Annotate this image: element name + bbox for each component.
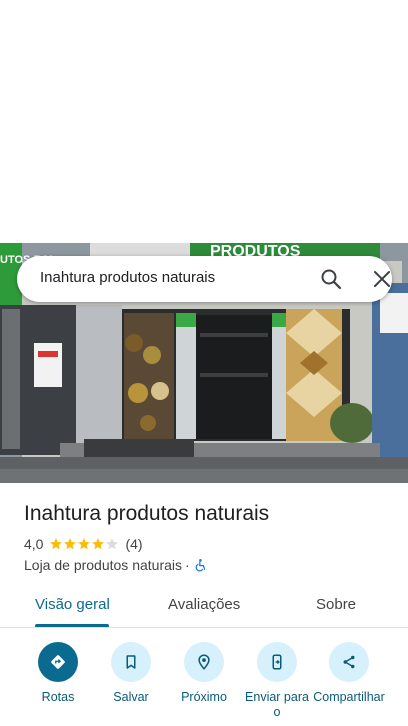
place-title: Inahtura produtos naturais	[24, 502, 270, 525]
send-to-phone-label: Enviar para o	[245, 690, 309, 719]
nearby-label: Próximo	[181, 690, 227, 704]
nearby-icon	[198, 654, 210, 670]
save-button[interactable]: Salvar	[94, 642, 168, 705]
star-icon	[106, 538, 119, 550]
share-icon	[343, 655, 355, 669]
tab-overview[interactable]: Visão geral	[35, 596, 110, 613]
map-blank-area	[0, 0, 408, 243]
close-icon[interactable]	[370, 267, 394, 291]
star-icon	[92, 538, 105, 550]
rating-value: 4,0	[24, 536, 44, 552]
directions-button[interactable]: Rotas	[21, 642, 95, 705]
save-label: Salvar	[113, 690, 149, 704]
tab-reviews[interactable]: Avaliações	[168, 596, 240, 613]
wheelchair-accessible-icon	[194, 558, 208, 572]
search-input[interactable]: Inahtura produtos naturais	[40, 269, 215, 286]
review-count: (4)	[125, 536, 143, 552]
active-tab-indicator	[35, 624, 109, 627]
bookmark-icon	[126, 655, 136, 669]
star-icon	[50, 538, 63, 550]
send-to-phone-icon	[272, 654, 282, 670]
category-row: Loja de produtos naturais ·	[24, 557, 208, 573]
send-to-phone-button[interactable]: Enviar para o	[240, 642, 314, 720]
nearby-button[interactable]: Próximo	[167, 642, 241, 705]
star-icon	[64, 538, 77, 550]
directions-icon	[51, 655, 65, 669]
share-button[interactable]: Compartilhar	[312, 642, 386, 705]
star-icon	[78, 538, 91, 550]
category-separator: ·	[185, 557, 190, 573]
search-icon[interactable]	[319, 267, 343, 291]
directions-label: Rotas	[41, 690, 75, 704]
rating-stars	[49, 537, 119, 551]
rating-row[interactable]: 4,0 (4)	[24, 536, 143, 552]
share-label: Compartilhar	[313, 690, 385, 704]
tab-bar: Visão geral Avaliações Sobre	[0, 584, 408, 628]
tab-about[interactable]: Sobre	[316, 596, 356, 613]
search-bar[interactable]: Inahtura produtos naturais	[17, 256, 392, 302]
place-category: Loja de produtos naturais	[24, 557, 182, 573]
